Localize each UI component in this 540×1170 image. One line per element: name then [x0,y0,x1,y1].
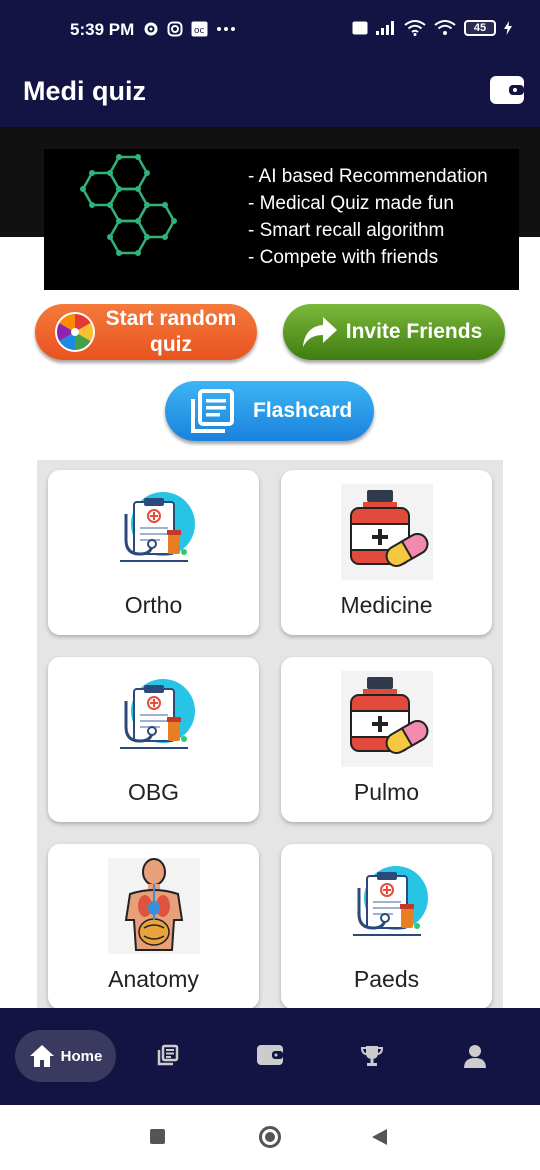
nav-trophy-icon[interactable] [360,1044,384,1068]
category-label: OBG [127,779,180,805]
nav-flashcards-icon[interactable] [157,1044,179,1066]
clipboard-stethoscope-icon [352,866,428,936]
home-system-icon[interactable] [259,1126,281,1148]
clipboard-stethoscope-icon [119,679,195,749]
category-card-medicine[interactable]: Medicine [281,470,492,635]
medicine-bottle-icon [340,671,433,767]
category-card-obg[interactable]: OBG [48,657,259,822]
flashcard-icon [191,389,234,433]
nav-home[interactable]: Home [15,1030,116,1082]
feature-item: - Smart recall algorithm [248,220,445,241]
share-arrow-icon [303,317,337,347]
start-random-quiz-button[interactable]: Start random quiz [35,304,257,360]
category-card-paeds[interactable]: Paeds [281,844,492,1009]
app-title: Medi quiz [23,76,146,106]
more-icon [217,27,235,31]
bottom-navigation: Home [0,1008,540,1105]
invite-friends-label: Invite Friends [345,320,483,343]
cellular-signal-icon [376,21,394,35]
category-label: Paeds [353,966,420,992]
flashcard-button[interactable]: Flashcard [165,381,374,441]
invite-friends-button[interactable]: Invite Friends [283,304,505,360]
status-system-icons: 45 [352,20,512,36]
molecule-hexagon-icon [80,154,177,256]
promo-banner: - AI based Recommendation - Medical Quiz… [44,149,519,290]
anatomy-body-icon [107,858,200,954]
status-time: 5:39 PM [70,20,135,39]
feature-item: - Medical Quiz made fun [248,193,454,214]
category-card-pulmo[interactable]: Pulmo [281,657,492,822]
back-icon[interactable] [372,1129,387,1145]
feature-list: - AI based Recommendation - Medical Quiz… [248,163,488,271]
category-label: Pulmo [353,779,420,805]
charging-icon [504,21,512,35]
volte-icon [352,21,368,35]
home-icon [29,1045,54,1067]
nav-home-label: Home [60,1047,103,1065]
start-random-label-line2: quiz [150,333,192,356]
battery-level: 45 [473,22,487,34]
settings-icon [144,22,158,36]
nav-profile-icon[interactable] [463,1044,487,1068]
feature-item: - Compete with friends [248,247,439,268]
app-bar: Medi quiz [0,60,540,127]
category-label: Ortho [124,592,183,618]
recents-icon[interactable] [150,1129,165,1144]
category-label: Medicine [340,592,433,618]
instagram-icon [167,21,183,37]
battery-icon: 45 [464,20,496,36]
wifi-icon [404,20,426,36]
status-bar: 5:39 PM oc 45 [0,0,540,60]
nav-wallet-icon[interactable] [257,1044,283,1066]
prize-wheel-icon [55,312,95,352]
category-card-anatomy[interactable]: Anatomy [48,844,259,1009]
category-grid: Ortho Medicine OBG Pulmo Anatomy Paeds [37,460,503,1010]
system-navigation-bar [0,1105,540,1170]
flashcard-label: Flashcard [253,399,353,422]
clipboard-stethoscope-icon [119,492,195,562]
start-random-label-line1: Start random [105,307,237,330]
category-card-ortho[interactable]: Ortho [48,470,259,635]
app-notification-icon: oc [191,21,208,37]
svg-text:oc: oc [194,26,205,36]
wallet-icon[interactable] [490,75,524,105]
hotspot-wifi-icon [434,20,456,35]
feature-item: - AI based Recommendation [248,166,488,187]
status-notification-icons: oc [143,21,236,37]
category-label: Anatomy [108,966,199,992]
medicine-bottle-icon [340,484,433,580]
